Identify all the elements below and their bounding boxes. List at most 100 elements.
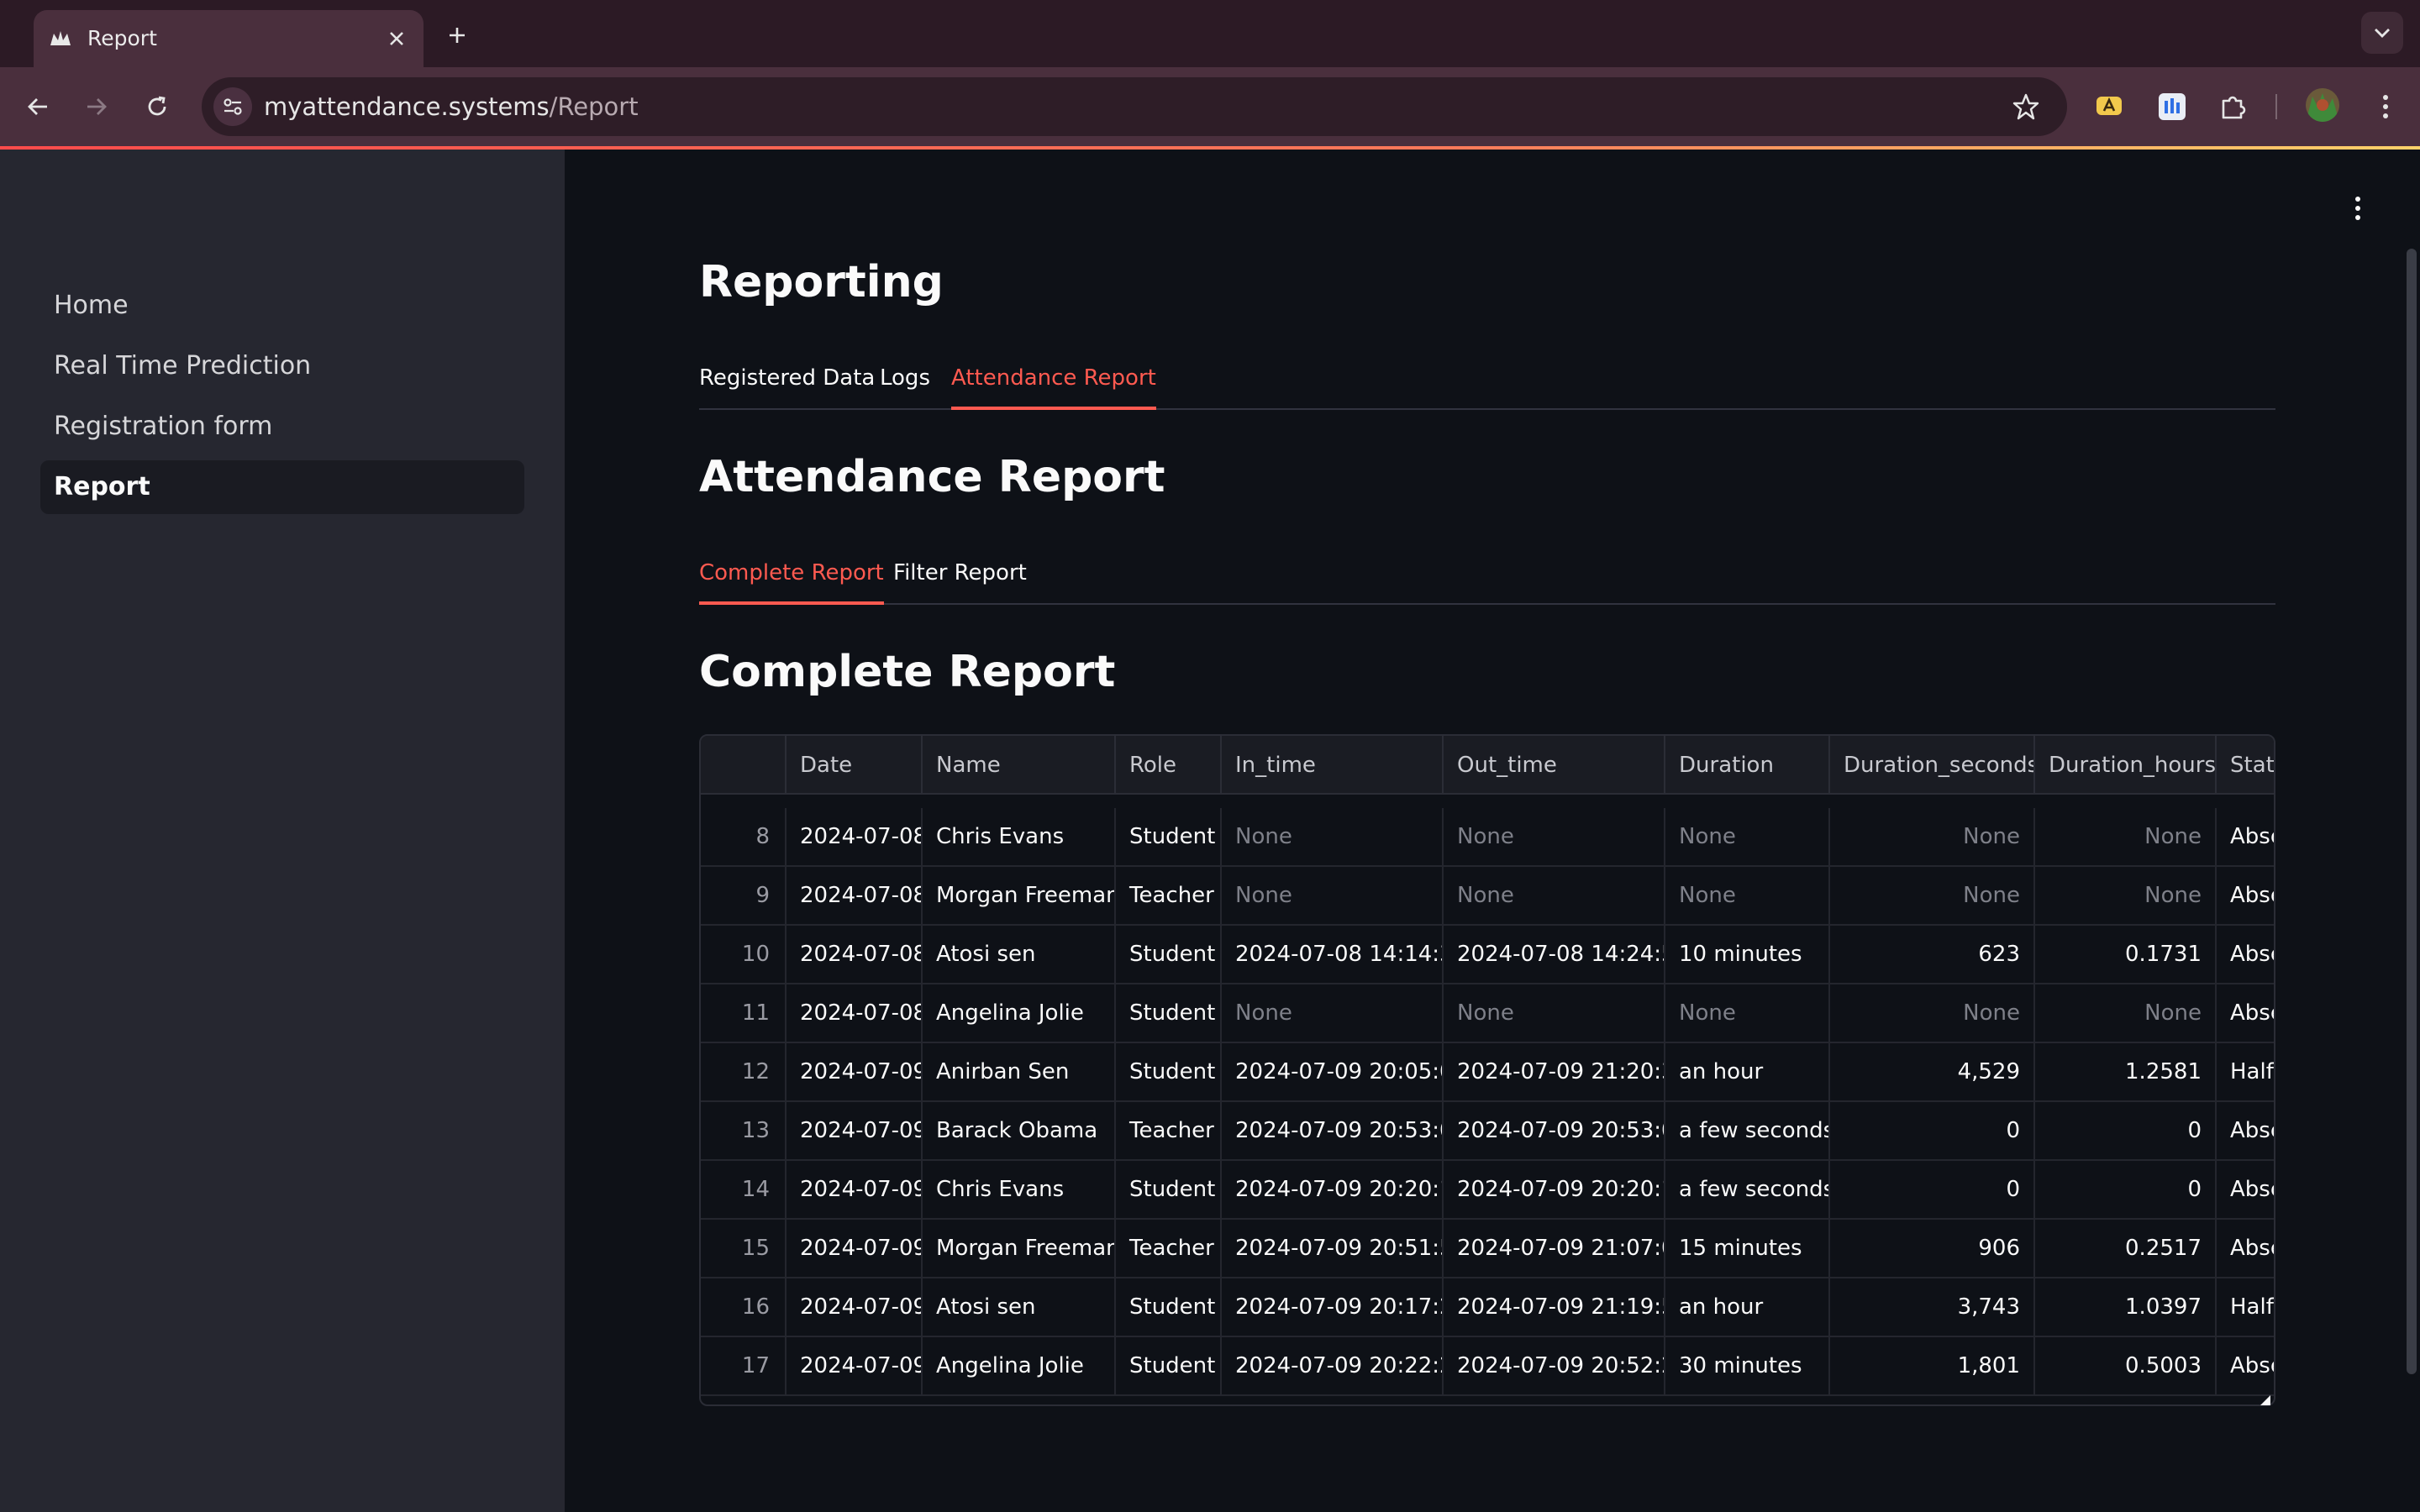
table-cell[interactable]: Morgan Freeman (923, 867, 1116, 926)
avatar[interactable] (2306, 88, 2339, 122)
table-cell[interactable]: 0 (2035, 1102, 2217, 1161)
attendance-table[interactable]: 8 9 10 11 12 13 14 15 16 17 Date 2024-07-08 2024-07-… (699, 734, 2275, 1406)
puzzle-icon[interactable] (2215, 89, 2250, 124)
address-bar[interactable]: myattendance.systems/Report (202, 77, 2067, 136)
table-cell[interactable]: 0 (1830, 1161, 2035, 1220)
table-cell[interactable]: 2024-07-09 20:22:21 (1222, 1337, 1444, 1396)
row-index[interactable]: 14 (701, 1161, 786, 1220)
forward-arrow-icon[interactable] (77, 87, 116, 126)
table-cell[interactable]: Student (1116, 1043, 1222, 1102)
table-cell[interactable]: 1.2581 (2035, 1043, 2217, 1102)
sidebar-item-real-time-prediction[interactable]: Real Time Prediction (40, 339, 524, 393)
table-cell[interactable]: Teacher (1116, 1102, 1222, 1161)
tab-attendance-report[interactable]: Attendance Report (951, 351, 1156, 410)
table-cell[interactable]: Student (1116, 984, 1222, 1043)
table-cell[interactable]: Angelina Jolie (923, 984, 1116, 1043)
table-cell[interactable]: 1,801 (1830, 1337, 2035, 1396)
site-info-icon[interactable] (213, 87, 252, 126)
table-cell[interactable]: Teacher (1116, 867, 1222, 926)
table-cell[interactable]: None (1222, 984, 1444, 1043)
table-cell[interactable]: 2024-07-08 (786, 867, 923, 926)
table-cell[interactable]: None (1444, 984, 1665, 1043)
table-cell[interactable]: 2024-07-08 14:14:31 (1222, 926, 1444, 984)
plus-icon[interactable] (439, 17, 476, 54)
table-cell[interactable]: 1.0397 (2035, 1278, 2217, 1337)
table-cell[interactable]: Barack Obama (923, 1102, 1116, 1161)
table-cell[interactable]: Absent (2217, 1220, 2274, 1278)
table-cell[interactable]: 2024-07-09 (786, 1102, 923, 1161)
table-cell[interactable]: 0 (1830, 1102, 2035, 1161)
browser-tab[interactable]: Report (34, 10, 424, 67)
table-cell[interactable]: Student (1116, 1337, 1222, 1396)
row-index[interactable]: 12 (701, 1043, 786, 1102)
table-cell[interactable]: Student (1116, 808, 1222, 867)
table-cell[interactable]: 2024-07-09 20:20:16 (1444, 1161, 1665, 1220)
table-cell[interactable]: None (1830, 984, 2035, 1043)
table-cell[interactable]: an hour (1665, 1043, 1830, 1102)
table-cell[interactable]: None (1665, 984, 1830, 1043)
table-cell[interactable]: Chris Evans (923, 1161, 1116, 1220)
table-cell[interactable]: 2024-07-09 21:07:03 (1444, 1220, 1665, 1278)
table-cell[interactable]: 2024-07-09 20:17:27 (1222, 1278, 1444, 1337)
extension-icon[interactable] (2154, 89, 2190, 124)
column-header[interactable] (701, 736, 786, 795)
row-index[interactable]: 9 (701, 867, 786, 926)
row-index[interactable]: 11 (701, 984, 786, 1043)
table-cell[interactable]: 4,529 (1830, 1043, 2035, 1102)
column-header[interactable]: Role (1116, 736, 1222, 795)
column-header[interactable]: Duration (1665, 736, 1830, 795)
back-arrow-icon[interactable] (18, 87, 57, 126)
table-cell[interactable]: a few seconds (1665, 1102, 1830, 1161)
table-cell[interactable]: 2024-07-08 (786, 984, 923, 1043)
table-cell[interactable]: 2024-07-09 (786, 1043, 923, 1102)
tab-registered-data[interactable]: Registered Data (699, 351, 875, 405)
page-scrollbar[interactable] (2407, 249, 2417, 1374)
table-cell[interactable]: None (2035, 984, 2217, 1043)
table-cell[interactable]: 10 minutes (1665, 926, 1830, 984)
table-cell[interactable]: Teacher (1116, 1220, 1222, 1278)
table-cell[interactable]: None (1444, 867, 1665, 926)
table-cell[interactable]: Absent (2217, 984, 2274, 1043)
table-cell[interactable]: Half Day (2217, 1278, 2274, 1337)
reload-icon[interactable] (138, 87, 176, 126)
sidebar-item-home[interactable]: Home (40, 279, 524, 333)
row-index[interactable]: 10 (701, 926, 786, 984)
table-cell[interactable]: 2024-07-08 (786, 808, 923, 867)
table-cell[interactable]: 0.2517 (2035, 1220, 2217, 1278)
table-cell[interactable]: Absent (2217, 1102, 2274, 1161)
table-cell[interactable]: 2024-07-08 (786, 926, 923, 984)
column-header[interactable]: Out_time (1444, 736, 1665, 795)
table-cell[interactable]: None (1222, 867, 1444, 926)
row-index[interactable]: 13 (701, 1102, 786, 1161)
column-header[interactable]: Duration_seconds (1830, 736, 2035, 795)
table-cell[interactable]: None (2035, 808, 2217, 867)
table-cell[interactable]: 3,743 (1830, 1278, 2035, 1337)
row-index[interactable]: 17 (701, 1337, 786, 1396)
table-cell[interactable]: None (1222, 808, 1444, 867)
table-cell[interactable]: 2024-07-09 (786, 1220, 923, 1278)
table-cell[interactable]: Morgan Freeman (923, 1220, 1116, 1278)
sidebar-item-registration-form[interactable]: Registration form (40, 400, 524, 454)
table-cell[interactable]: 0.5003 (2035, 1337, 2217, 1396)
close-icon[interactable] (381, 24, 412, 54)
table-cell[interactable]: Student (1116, 926, 1222, 984)
table-cell[interactable]: Absent (2217, 867, 2274, 926)
table-cell[interactable]: None (1830, 867, 2035, 926)
table-cell[interactable]: 2024-07-09 20:51:57 (1222, 1220, 1444, 1278)
row-index[interactable]: 8 (701, 808, 786, 867)
table-cell[interactable]: Atosi sen (923, 1278, 1116, 1337)
table-cell[interactable]: 906 (1830, 1220, 2035, 1278)
table-cell[interactable]: Absent (2217, 1337, 2274, 1396)
table-cell[interactable]: Half Day (2217, 1043, 2274, 1102)
table-cell[interactable]: 2024-07-09 (786, 1337, 923, 1396)
chevron-down-icon[interactable] (2361, 12, 2403, 54)
table-cell[interactable]: 2024-07-09 21:19:50 (1444, 1278, 1665, 1337)
table-cell[interactable]: None (1665, 808, 1830, 867)
table-cell[interactable]: Anirban Sen (923, 1043, 1116, 1102)
table-cell[interactable]: Chris Evans (923, 808, 1116, 867)
column-header[interactable]: Duration_hours (2035, 736, 2217, 795)
kebab-menu-icon[interactable] (2341, 192, 2375, 225)
row-index[interactable]: 16 (701, 1278, 786, 1337)
row-index[interactable]: 15 (701, 1220, 786, 1278)
table-cell[interactable]: Student (1116, 1161, 1222, 1220)
